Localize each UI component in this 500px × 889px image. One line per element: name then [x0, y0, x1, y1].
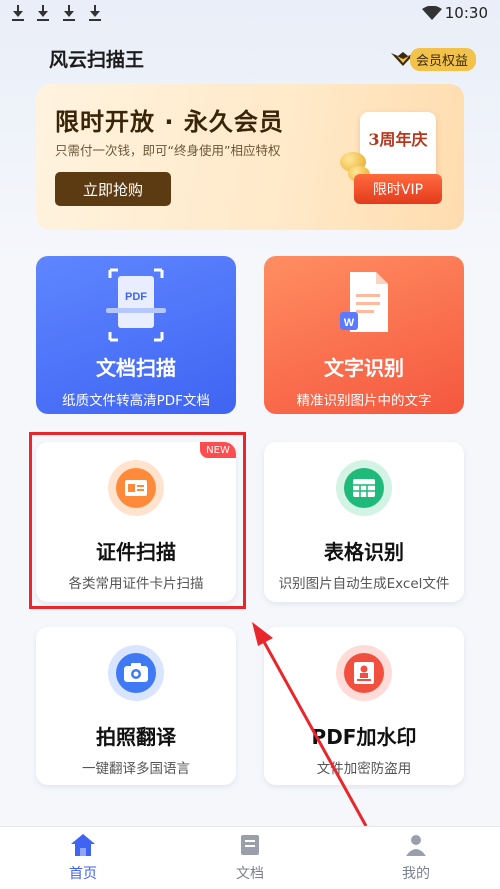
status-bar: 10:30 — [0, 0, 500, 28]
highlight-box — [29, 432, 246, 609]
clock: 10:30 — [444, 4, 488, 22]
doc-scan-card[interactable]: PDF 文档扫描 纸质文件转高清PDF文档 — [36, 256, 236, 414]
pdf-scan-icon: PDF — [106, 268, 166, 342]
nav-me[interactable]: 我的 — [366, 833, 466, 883]
table-ocr-subtitle: 识别图片自动生成Excel文件 — [278, 576, 450, 592]
pdf-icon-text: PDF — [125, 291, 147, 303]
wifi-icon — [422, 6, 442, 20]
text-document-icon: W — [340, 272, 388, 332]
download-icon — [63, 5, 75, 21]
anniversary-label: 3周年庆 — [368, 130, 428, 149]
banner-subtitle: 只需付一次钱，即可“终身使用”相应特权 — [55, 143, 281, 158]
nav-me-label: 我的 — [402, 866, 430, 882]
pdf-watermark-subtitle: 文件加密防盗用 — [316, 761, 412, 777]
pdf-watermark-card[interactable]: PDF加水印 文件加密防盗用 — [264, 627, 464, 785]
banner-title: 限时开放 · 永久会员 — [55, 108, 284, 136]
photo-translate-card[interactable]: 拍照翻译 一键翻译多国语言 — [36, 627, 236, 785]
user-icon — [406, 835, 426, 856]
table-ocr-title: 表格识别 — [324, 540, 404, 564]
nav-home[interactable]: 首页 — [33, 833, 133, 883]
table-icon — [336, 460, 392, 516]
vip-benefits-label: 会员权益 — [409, 47, 476, 71]
limited-vip-label: 限时VIP — [354, 174, 442, 204]
bottom-nav: 首页 文档 我的 — [0, 826, 500, 889]
buy-now-button[interactable]: 立即抢购 — [55, 172, 171, 206]
camera-icon — [108, 645, 164, 701]
text-ocr-subtitle: 精准识别图片中的文字 — [296, 393, 432, 409]
document-icon — [241, 835, 259, 855]
promo-banner[interactable]: 限时开放 · 永久会员 只需付一次钱，即可“终身使用”相应特权 立即抢购 3周年… — [36, 84, 464, 230]
photo-translate-subtitle: 一键翻译多国语言 — [82, 761, 190, 777]
text-ocr-card[interactable]: W 文字识别 精准识别图片中的文字 — [264, 256, 464, 414]
pdf-watermark-title: PDF加水印 — [311, 725, 417, 749]
word-icon-text: W — [344, 317, 355, 329]
nav-docs-label: 文档 — [236, 866, 264, 882]
vip-benefits-button[interactable]: 会员权益 — [390, 47, 476, 71]
doc-scan-subtitle: 纸质文件转高清PDF文档 — [62, 393, 210, 409]
download-icon — [12, 5, 24, 21]
nav-home-label: 首页 — [69, 866, 97, 882]
stamp-icon — [336, 645, 392, 701]
text-ocr-title: 文字识别 — [324, 356, 404, 380]
download-icon — [89, 5, 101, 21]
home-icon — [71, 834, 95, 856]
anniversary-badge: 3周年庆 限时VIP — [340, 112, 442, 216]
doc-scan-title: 文档扫描 — [96, 356, 176, 380]
table-ocr-card[interactable]: 表格识别 识别图片自动生成Excel文件 — [264, 442, 464, 602]
nav-docs[interactable]: 文档 — [200, 833, 300, 883]
app-title: 风云扫描王 — [49, 49, 145, 71]
download-icon — [37, 5, 49, 21]
photo-translate-title: 拍照翻译 — [96, 725, 176, 749]
